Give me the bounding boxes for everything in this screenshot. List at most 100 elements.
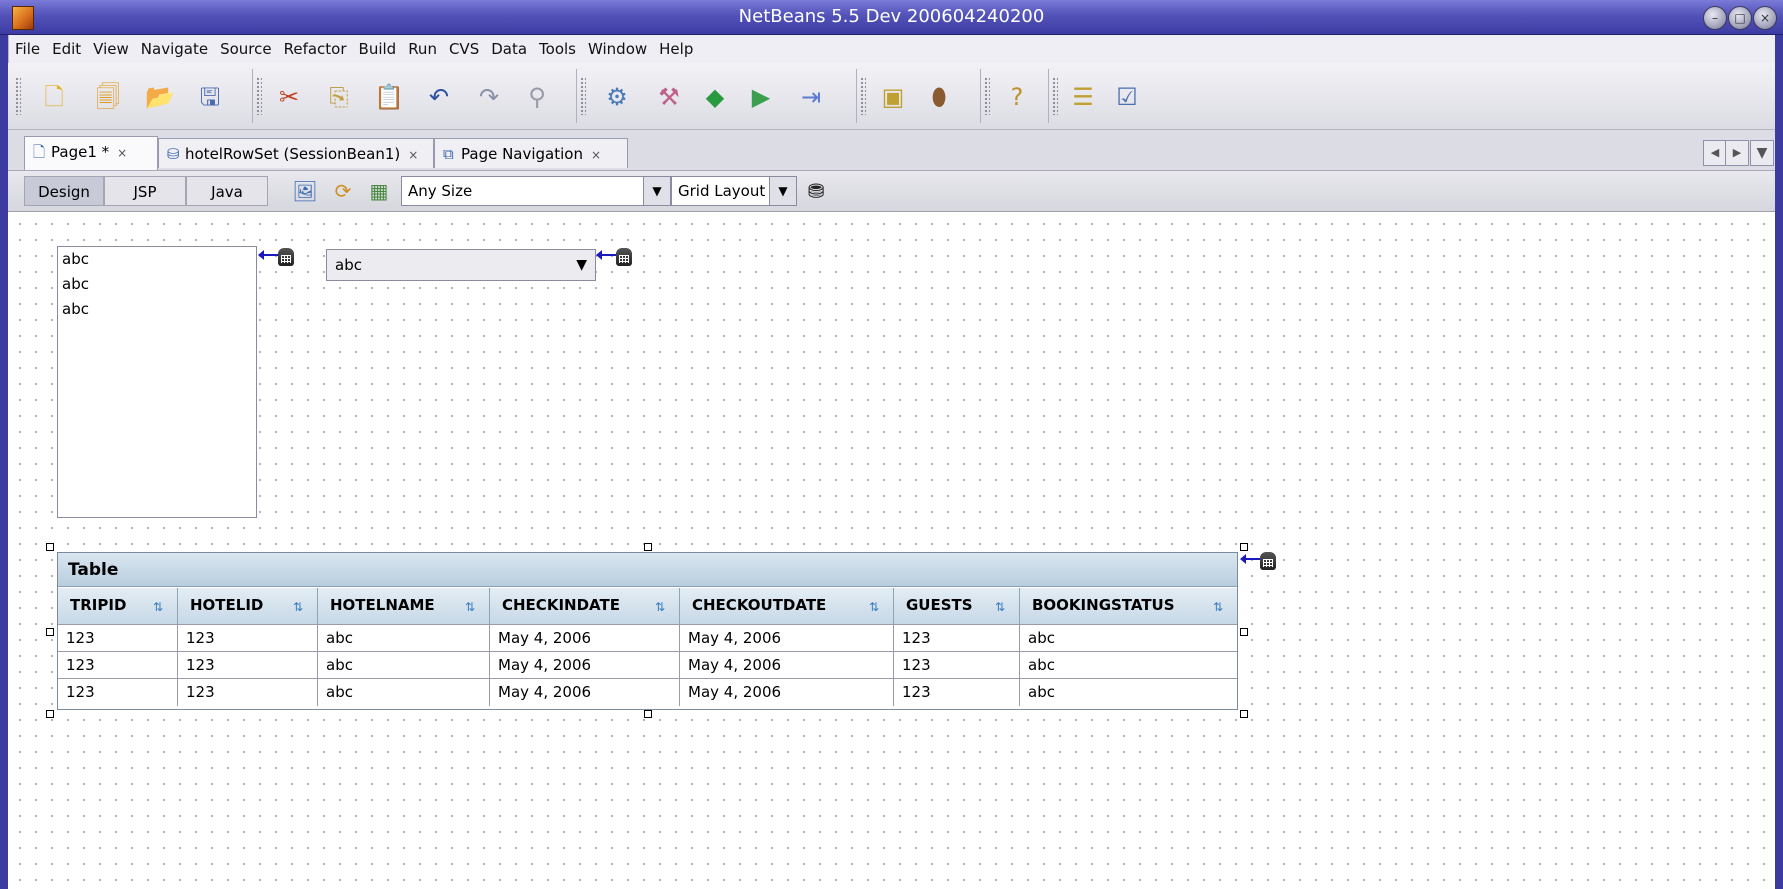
resize-handle[interactable]: [46, 710, 54, 718]
column-header-hotelid[interactable]: HOTELID ⇅: [178, 588, 318, 624]
menu-edit[interactable]: Edit: [46, 35, 87, 63]
clean-build-icon[interactable]: ⚒: [653, 81, 685, 113]
resize-handle[interactable]: [46, 543, 54, 551]
toolbar-grip[interactable]: [984, 77, 990, 115]
close-tab-icon[interactable]: ×: [117, 146, 127, 160]
menu-tools[interactable]: Tools: [533, 35, 582, 63]
scroll-tabs-right-icon[interactable]: ▶: [1725, 140, 1749, 166]
sort-icon[interactable]: ⇅: [1213, 590, 1223, 624]
resize-handle[interactable]: [1240, 628, 1248, 636]
tab-list-dropdown-icon[interactable]: ▼: [1750, 140, 1774, 166]
menu-data[interactable]: Data: [485, 35, 533, 63]
paste-icon[interactable]: 📋: [373, 81, 405, 113]
copy-icon[interactable]: ⎘: [323, 81, 355, 113]
maximize-button[interactable]: □: [1728, 6, 1752, 30]
toolbar-grip[interactable]: [15, 77, 21, 115]
chevron-down-icon[interactable]: ▼: [576, 250, 587, 280]
resize-handle[interactable]: [1240, 543, 1248, 551]
open-project-icon[interactable]: 📂: [144, 81, 176, 113]
menu-file[interactable]: File: [9, 35, 46, 63]
column-header-tripid[interactable]: TRIPID ⇅: [58, 588, 178, 624]
tab-hotelrowset[interactable]: ⛁ hotelRowSet (SessionBean1) ×: [158, 138, 434, 168]
menu-cvs[interactable]: CVS: [443, 35, 485, 63]
step-icon[interactable]: ⇥: [795, 81, 827, 113]
menu-view[interactable]: View: [87, 35, 135, 63]
toolbar-grip[interactable]: [256, 77, 262, 115]
data-binding-icon[interactable]: [596, 248, 636, 270]
column-header-checkoutdate[interactable]: CHECKOUTDATE ⇅: [680, 588, 894, 624]
table-row[interactable]: 123 123 abc May 4, 2006 May 4, 2006 123 …: [58, 651, 1237, 679]
resize-handle[interactable]: [644, 710, 652, 718]
jsp-view-button[interactable]: JSP: [104, 176, 186, 206]
redo-icon[interactable]: ↷: [473, 81, 505, 113]
new-file-icon[interactable]: 🗋: [38, 81, 70, 113]
list-item[interactable]: abc: [58, 272, 256, 297]
cut-icon[interactable]: ✂: [273, 81, 305, 113]
sort-icon[interactable]: ⇅: [293, 590, 303, 624]
menu-navigate[interactable]: Navigate: [135, 35, 214, 63]
sort-icon[interactable]: ⇅: [869, 590, 879, 624]
help-icon[interactable]: ?: [1001, 81, 1033, 113]
toolbar-grip[interactable]: [1052, 77, 1058, 115]
sort-icon[interactable]: ⇅: [153, 590, 163, 624]
table-cell: 123: [894, 625, 1020, 652]
toolbar-grip[interactable]: [860, 77, 866, 115]
save-all-icon[interactable]: 🖫: [194, 81, 226, 113]
data-source-icon[interactable]: ⛃: [801, 176, 831, 206]
column-header-hotelname[interactable]: HOTELNAME ⇅: [318, 588, 490, 624]
close-tab-icon[interactable]: ×: [591, 148, 601, 162]
list-item[interactable]: abc: [58, 297, 256, 322]
java-view-button[interactable]: Java: [186, 176, 268, 206]
column-header-guests[interactable]: GUESTS ⇅: [894, 588, 1020, 624]
menu-build[interactable]: Build: [353, 35, 403, 63]
chevron-down-icon[interactable]: ▼: [769, 177, 796, 205]
palette-icon[interactable]: ▣: [877, 81, 909, 113]
tab-page1[interactable]: 🗋 Page1 * ×: [24, 136, 158, 170]
sort-icon[interactable]: ⇅: [655, 590, 665, 624]
minimize-button[interactable]: –: [1703, 6, 1727, 30]
menu-run[interactable]: Run: [402, 35, 443, 63]
debug-main-icon[interactable]: ▶: [745, 81, 777, 113]
design-canvas[interactable]: abc abc abc abc ▼ Table TRIPID ⇅ HOTELID ⇅…: [8, 212, 1775, 889]
menu-refactor[interactable]: Refactor: [278, 35, 353, 63]
resize-handle[interactable]: [1240, 710, 1248, 718]
target-size-combo[interactable]: Any Size ▼: [401, 176, 671, 206]
resize-handle[interactable]: [644, 543, 652, 551]
column-header-label: TRIPID: [70, 596, 127, 614]
tab-page-navigation[interactable]: ⧉ Page Navigation ×: [434, 138, 628, 168]
chevron-down-icon[interactable]: ▼: [643, 177, 670, 205]
data-binding-icon[interactable]: [258, 248, 298, 270]
run-main-icon[interactable]: ◆: [699, 81, 731, 113]
sort-icon[interactable]: ⇅: [995, 590, 1005, 624]
column-header-bookingstatus[interactable]: BOOKINGSTATUS ⇅: [1020, 588, 1237, 624]
menu-source[interactable]: Source: [214, 35, 278, 63]
close-button[interactable]: ×: [1753, 6, 1777, 30]
undo-icon[interactable]: ↶: [423, 81, 455, 113]
table-component[interactable]: Table TRIPID ⇅ HOTELID ⇅ HOTELNAME ⇅ CHECKI…: [57, 552, 1238, 710]
design-view-button[interactable]: Design: [24, 176, 104, 206]
table-row[interactable]: 123 123 abc May 4, 2006 May 4, 2006 123 …: [58, 678, 1237, 706]
listbox-component[interactable]: abc abc abc: [57, 246, 257, 518]
menu-window[interactable]: Window: [582, 35, 653, 63]
resize-handle[interactable]: [46, 628, 54, 636]
new-project-icon[interactable]: 🗐: [92, 81, 124, 113]
toolbar-grip[interactable]: [580, 77, 586, 115]
find-icon[interactable]: ⚲: [521, 81, 553, 113]
profiler-icon[interactable]: ⬮: [923, 81, 955, 113]
dropdown-component[interactable]: abc ▼: [326, 249, 596, 281]
refresh-icon[interactable]: ⟳: [328, 176, 358, 206]
layout-combo[interactable]: Grid Layout ▼: [671, 176, 797, 206]
menu-help[interactable]: Help: [653, 35, 699, 63]
checklist-icon[interactable]: ☑: [1111, 81, 1143, 113]
table-row[interactable]: 123 123 abc May 4, 2006 May 4, 2006 123 …: [58, 624, 1237, 652]
preview-browser-icon[interactable]: 🖼: [290, 176, 320, 206]
column-header-checkindate[interactable]: CHECKINDATE ⇅: [490, 588, 680, 624]
list-item[interactable]: abc: [58, 247, 256, 272]
close-tab-icon[interactable]: ×: [408, 148, 418, 162]
build-main-icon[interactable]: ⚙: [601, 81, 633, 113]
tasks-icon[interactable]: ☰: [1067, 81, 1099, 113]
data-binding-icon[interactable]: [1240, 552, 1280, 574]
scroll-tabs-left-icon[interactable]: ◀: [1703, 140, 1727, 166]
show-virtual-forms-icon[interactable]: ▦: [364, 176, 394, 206]
sort-icon[interactable]: ⇅: [465, 590, 475, 624]
